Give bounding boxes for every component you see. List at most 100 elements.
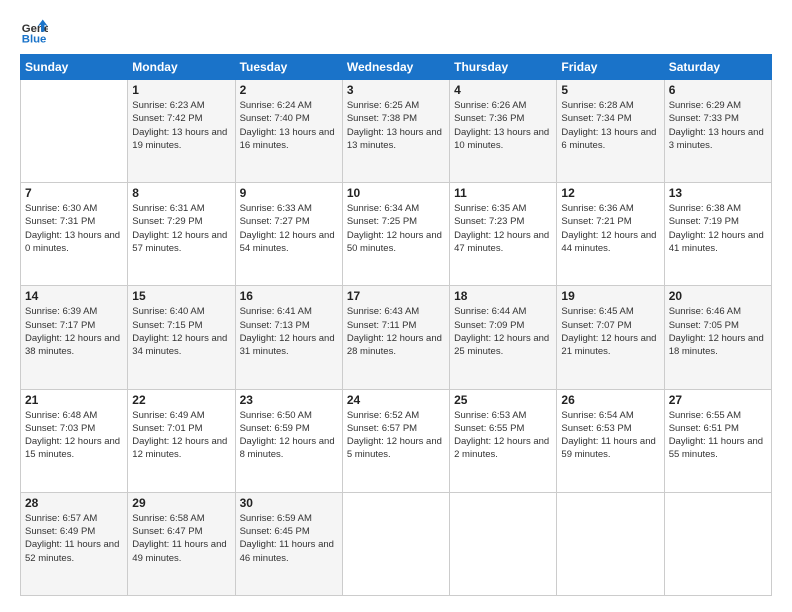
day-number: 25 (454, 393, 552, 407)
calendar-cell (450, 492, 557, 595)
calendar-cell: 21 Sunrise: 6:48 AM Sunset: 7:03 PM Dayli… (21, 389, 128, 492)
calendar-cell: 7Sunrise: 6:30 AM Sunset: 7:31 PM Daylig… (21, 183, 128, 286)
cell-sun-info: Sunrise: 6:46 AM Sunset: 7:05 PM Dayligh… (669, 305, 767, 358)
weekday-header-row: SundayMondayTuesdayWednesdayThursdayFrid… (21, 55, 772, 80)
calendar-cell: 25 Sunrise: 6:53 AM Sunset: 6:55 PM Dayli… (450, 389, 557, 492)
calendar-cell: 10Sunrise: 6:34 AM Sunset: 7:25 PM Dayli… (342, 183, 449, 286)
day-number: 13 (669, 186, 767, 200)
calendar-cell: 23 Sunrise: 6:50 AM Sunset: 6:59 PM Dayli… (235, 389, 342, 492)
calendar-cell: 4 Sunrise: 6:26 AM Sunset: 7:36 PM Daylig… (450, 80, 557, 183)
day-number: 6 (669, 83, 767, 97)
calendar-cell: 2 Sunrise: 6:24 AM Sunset: 7:40 PM Daylig… (235, 80, 342, 183)
cell-sun-info: Sunrise: 6:53 AM Sunset: 6:55 PM Dayligh… (454, 409, 552, 462)
calendar-cell (664, 492, 771, 595)
cell-sun-info: Sunrise: 6:49 AM Sunset: 7:01 PM Dayligh… (132, 409, 230, 462)
calendar-cell: 28 Sunrise: 6:57 AM Sunset: 6:49 PM Dayli… (21, 492, 128, 595)
calendar-cell (342, 492, 449, 595)
day-number: 1 (132, 83, 230, 97)
day-number: 2 (240, 83, 338, 97)
weekday-header-cell: Friday (557, 55, 664, 80)
calendar-cell: 27 Sunrise: 6:55 AM Sunset: 6:51 PM Dayli… (664, 389, 771, 492)
day-number: 23 (240, 393, 338, 407)
day-number: 9 (240, 186, 338, 200)
calendar-cell: 30Sunrise: 6:59 AM Sunset: 6:45 PM Dayli… (235, 492, 342, 595)
cell-sun-info: Sunrise: 6:57 AM Sunset: 6:49 PM Dayligh… (25, 512, 123, 565)
calendar-cell: 20 Sunrise: 6:46 AM Sunset: 7:05 PM Dayli… (664, 286, 771, 389)
calendar-cell: 16 Sunrise: 6:41 AM Sunset: 7:13 PM Dayli… (235, 286, 342, 389)
calendar-cell: 15 Sunrise: 6:40 AM Sunset: 7:15 PM Dayli… (128, 286, 235, 389)
weekday-header-cell: Thursday (450, 55, 557, 80)
day-number: 18 (454, 289, 552, 303)
calendar-cell: 26 Sunrise: 6:54 AM Sunset: 6:53 PM Dayli… (557, 389, 664, 492)
day-number: 12 (561, 186, 659, 200)
calendar-cell: 18 Sunrise: 6:44 AM Sunset: 7:09 PM Dayli… (450, 286, 557, 389)
weekday-header-cell: Tuesday (235, 55, 342, 80)
calendar-cell: 22 Sunrise: 6:49 AM Sunset: 7:01 PM Dayli… (128, 389, 235, 492)
cell-sun-info: Sunrise: 6:35 AM Sunset: 7:23 PM Dayligh… (454, 202, 552, 255)
cell-sun-info: Sunrise: 6:24 AM Sunset: 7:40 PM Dayligh… (240, 99, 338, 152)
calendar-body: 1Sunrise: 6:23 AM Sunset: 7:42 PM Daylig… (21, 80, 772, 596)
day-number: 28 (25, 496, 123, 510)
day-number: 26 (561, 393, 659, 407)
page: General Blue SundayMondayTuesdayWednesda… (0, 0, 792, 612)
calendar-cell (21, 80, 128, 183)
cell-sun-info: Sunrise: 6:26 AM Sunset: 7:36 PM Dayligh… (454, 99, 552, 152)
cell-sun-info: Sunrise: 6:30 AM Sunset: 7:31 PM Dayligh… (25, 202, 123, 255)
calendar-week-row: 7Sunrise: 6:30 AM Sunset: 7:31 PM Daylig… (21, 183, 772, 286)
weekday-header-cell: Sunday (21, 55, 128, 80)
calendar-week-row: 1Sunrise: 6:23 AM Sunset: 7:42 PM Daylig… (21, 80, 772, 183)
cell-sun-info: Sunrise: 6:48 AM Sunset: 7:03 PM Dayligh… (25, 409, 123, 462)
cell-sun-info: Sunrise: 6:29 AM Sunset: 7:33 PM Dayligh… (669, 99, 767, 152)
calendar-table: SundayMondayTuesdayWednesdayThursdayFrid… (20, 54, 772, 596)
day-number: 17 (347, 289, 445, 303)
calendar-cell: 19 Sunrise: 6:45 AM Sunset: 7:07 PM Dayli… (557, 286, 664, 389)
cell-sun-info: Sunrise: 6:39 AM Sunset: 7:17 PM Dayligh… (25, 305, 123, 358)
day-number: 27 (669, 393, 767, 407)
day-number: 5 (561, 83, 659, 97)
calendar-cell: 24 Sunrise: 6:52 AM Sunset: 6:57 PM Dayli… (342, 389, 449, 492)
header: General Blue (20, 16, 772, 44)
calendar-cell: 6 Sunrise: 6:29 AM Sunset: 7:33 PM Daylig… (664, 80, 771, 183)
day-number: 24 (347, 393, 445, 407)
day-number: 4 (454, 83, 552, 97)
calendar-week-row: 21 Sunrise: 6:48 AM Sunset: 7:03 PM Dayli… (21, 389, 772, 492)
day-number: 29 (132, 496, 230, 510)
logo: General Blue (20, 16, 52, 44)
cell-sun-info: Sunrise: 6:31 AM Sunset: 7:29 PM Dayligh… (132, 202, 230, 255)
day-number: 20 (669, 289, 767, 303)
weekday-header-cell: Wednesday (342, 55, 449, 80)
cell-sun-info: Sunrise: 6:45 AM Sunset: 7:07 PM Dayligh… (561, 305, 659, 358)
calendar-cell: 3 Sunrise: 6:25 AM Sunset: 7:38 PM Daylig… (342, 80, 449, 183)
day-number: 19 (561, 289, 659, 303)
cell-sun-info: Sunrise: 6:50 AM Sunset: 6:59 PM Dayligh… (240, 409, 338, 462)
weekday-header-cell: Monday (128, 55, 235, 80)
calendar-cell: 29 Sunrise: 6:58 AM Sunset: 6:47 PM Dayli… (128, 492, 235, 595)
day-number: 21 (25, 393, 123, 407)
cell-sun-info: Sunrise: 6:40 AM Sunset: 7:15 PM Dayligh… (132, 305, 230, 358)
cell-sun-info: Sunrise: 6:38 AM Sunset: 7:19 PM Dayligh… (669, 202, 767, 255)
calendar-cell: 13 Sunrise: 6:38 AM Sunset: 7:19 PM Dayli… (664, 183, 771, 286)
cell-sun-info: Sunrise: 6:55 AM Sunset: 6:51 PM Dayligh… (669, 409, 767, 462)
day-number: 14 (25, 289, 123, 303)
cell-sun-info: Sunrise: 6:41 AM Sunset: 7:13 PM Dayligh… (240, 305, 338, 358)
cell-sun-info: Sunrise: 6:43 AM Sunset: 7:11 PM Dayligh… (347, 305, 445, 358)
cell-sun-info: Sunrise: 6:59 AM Sunset: 6:45 PM Dayligh… (240, 512, 338, 565)
calendar-cell: 17 Sunrise: 6:43 AM Sunset: 7:11 PM Dayli… (342, 286, 449, 389)
cell-sun-info: Sunrise: 6:54 AM Sunset: 6:53 PM Dayligh… (561, 409, 659, 462)
day-number: 3 (347, 83, 445, 97)
day-number: 15 (132, 289, 230, 303)
cell-sun-info: Sunrise: 6:33 AM Sunset: 7:27 PM Dayligh… (240, 202, 338, 255)
cell-sun-info: Sunrise: 6:52 AM Sunset: 6:57 PM Dayligh… (347, 409, 445, 462)
svg-text:Blue: Blue (22, 33, 47, 44)
calendar-cell: 8 Sunrise: 6:31 AM Sunset: 7:29 PM Daylig… (128, 183, 235, 286)
cell-sun-info: Sunrise: 6:25 AM Sunset: 7:38 PM Dayligh… (347, 99, 445, 152)
cell-sun-info: Sunrise: 6:44 AM Sunset: 7:09 PM Dayligh… (454, 305, 552, 358)
cell-sun-info: Sunrise: 6:36 AM Sunset: 7:21 PM Dayligh… (561, 202, 659, 255)
cell-sun-info: Sunrise: 6:58 AM Sunset: 6:47 PM Dayligh… (132, 512, 230, 565)
calendar-cell: 5Sunrise: 6:28 AM Sunset: 7:34 PM Daylig… (557, 80, 664, 183)
day-number: 8 (132, 186, 230, 200)
cell-sun-info: Sunrise: 6:34 AM Sunset: 7:25 PM Dayligh… (347, 202, 445, 255)
calendar-cell: 14 Sunrise: 6:39 AM Sunset: 7:17 PM Dayli… (21, 286, 128, 389)
day-number: 22 (132, 393, 230, 407)
day-number: 16 (240, 289, 338, 303)
